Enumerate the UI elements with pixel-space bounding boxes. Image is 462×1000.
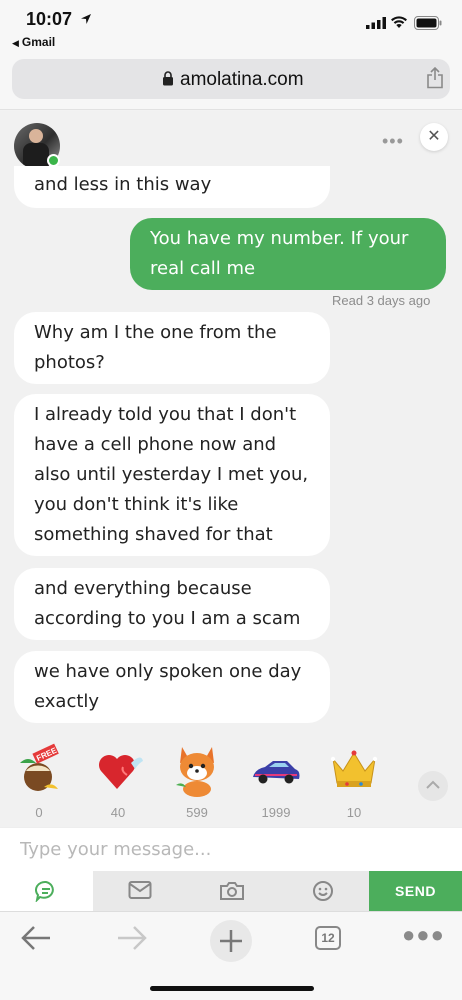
gift-item-car[interactable]: 1999: [241, 741, 311, 825]
fox-icon: [176, 747, 214, 797]
message-text: I already told you that I don't have a c…: [34, 404, 309, 545]
smiley-icon: [313, 881, 333, 901]
photo-button[interactable]: [186, 871, 279, 911]
message-text: and everything because according to you …: [34, 578, 301, 629]
chat-bubble-icon: [35, 880, 54, 902]
location-arrow-icon: [81, 14, 91, 24]
gift-item-heart[interactable]: 40: [83, 741, 153, 825]
close-icon: ✕: [427, 128, 441, 145]
back-app-label: Gmail: [21, 35, 56, 49]
lock-icon: [163, 71, 173, 86]
more-options-icon[interactable]: ●●●: [402, 924, 445, 946]
message-bubble-received: I already told you that I don't have a c…: [14, 394, 330, 556]
url-text: amolatina.com: [180, 69, 304, 90]
new-tab-button[interactable]: [210, 920, 252, 962]
gift-price: 0: [35, 805, 43, 820]
crown-icon: [330, 750, 378, 787]
browser-toolbar: 12 ●●●: [0, 911, 462, 1000]
plus-icon: [220, 930, 242, 952]
gift-price: 1999: [261, 805, 291, 820]
share-icon[interactable]: [426, 67, 444, 89]
gift-item-cocktail[interactable]: FREE 0: [4, 741, 74, 825]
read-receipt: Read 3 days ago: [332, 293, 431, 308]
back-arrow-icon[interactable]: [20, 924, 52, 952]
forward-arrow-icon[interactable]: [116, 924, 148, 952]
back-to-app-link[interactable]: ◀ Gmail: [12, 35, 55, 49]
mail-icon: [128, 881, 152, 899]
cellular-signal-icon: [366, 17, 386, 29]
cocktail-free-icon: FREE: [20, 743, 59, 791]
message-text: Why am I the one from the photos?: [34, 322, 277, 373]
wifi-icon: [391, 16, 407, 28]
winged-heart-icon: [99, 755, 143, 789]
message-text: You have my number. If your real call me: [150, 228, 409, 279]
expand-gifts-button[interactable]: [418, 771, 448, 801]
gift-price: 40: [110, 805, 126, 820]
chat-mode-button[interactable]: [0, 871, 93, 911]
message-bubble-received: Why am I the one from the photos?: [14, 312, 330, 384]
chat-window: ••• ✕ and less in this way You have my n…: [0, 111, 462, 733]
close-chat-button[interactable]: ✕: [420, 123, 448, 151]
message-bubble-received: and less in this way: [14, 166, 330, 208]
battery-icon: [414, 16, 442, 30]
status-bar: 10:07 ◀ Gmail: [0, 0, 462, 54]
message-bubble-received: we have only spoken one day exactly: [14, 651, 330, 723]
gift-item-crown[interactable]: 10: [319, 741, 389, 825]
message-bubble-sent: You have my number. If your real call me: [130, 218, 446, 290]
message-text: we have only spoken one day exactly: [34, 661, 302, 712]
message-text: and less in this way: [34, 174, 212, 195]
gift-item-fox[interactable]: 599: [162, 741, 232, 825]
virtual-gifts-strip: FREE 0 40 599 1999 10: [0, 733, 462, 827]
composer-actions: SEND: [0, 871, 462, 911]
letter-mode-button[interactable]: [93, 871, 186, 911]
send-button[interactable]: SEND: [369, 871, 462, 911]
status-time: 10:07: [26, 9, 73, 29]
chevron-up-icon: [426, 780, 440, 789]
emoji-button[interactable]: [279, 871, 369, 911]
browser-address-area: amolatina.com: [0, 54, 462, 110]
sports-car-icon: [253, 761, 300, 784]
home-indicator: [150, 986, 314, 991]
gift-price: 10: [346, 805, 362, 820]
gift-price: 599: [186, 805, 208, 820]
tabs-count-button[interactable]: 12: [315, 926, 341, 950]
message-bubble-received: and everything because according to you …: [14, 568, 330, 640]
chat-menu-button[interactable]: •••: [382, 131, 404, 152]
message-input[interactable]: [0, 827, 462, 871]
camera-icon: [220, 882, 244, 900]
address-bar[interactable]: amolatina.com: [12, 59, 450, 99]
